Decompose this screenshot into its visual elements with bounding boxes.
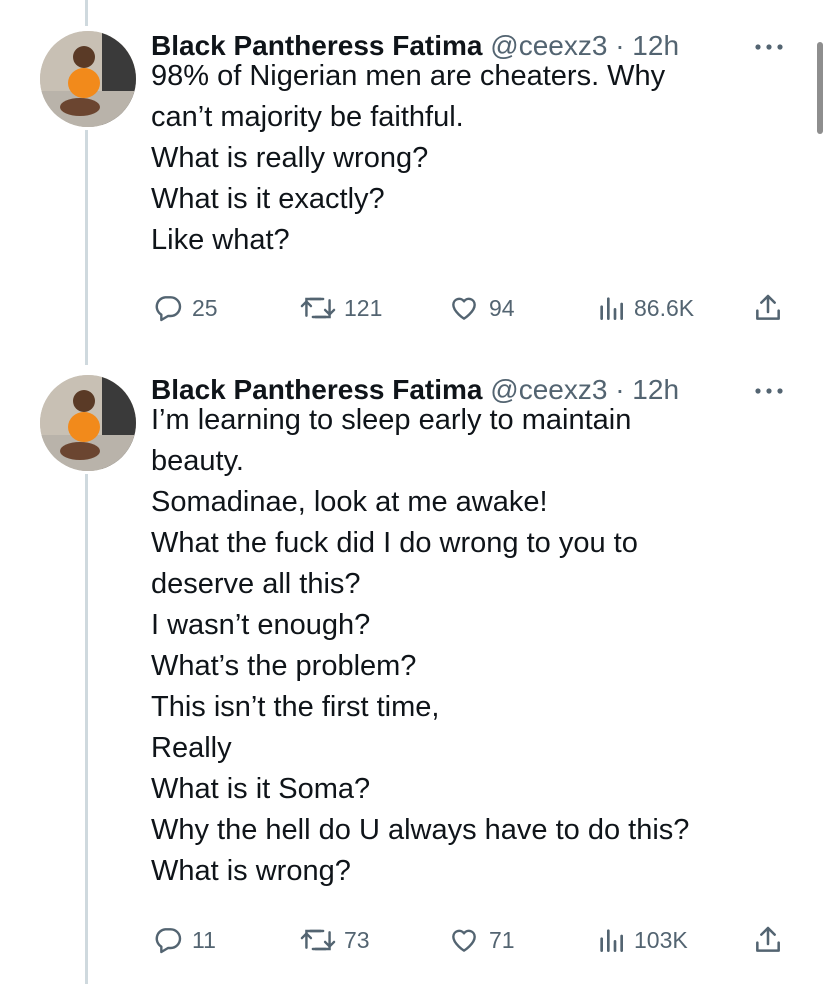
tweet[interactable]: Black Pantheress Fatima @ceexz3 · 12h 98… — [0, 26, 829, 326]
retweet-icon — [300, 297, 336, 319]
thread-line-top — [85, 0, 88, 26]
retweet-icon — [300, 929, 336, 951]
avatar[interactable] — [40, 375, 136, 471]
tweet-line: can’t majority be faithful. — [151, 101, 464, 133]
views-count: 103K — [634, 926, 688, 953]
tweet-line: 98% of Nigerian men are cheaters. Why — [151, 60, 666, 92]
reply-count: 25 — [192, 294, 218, 321]
share-button[interactable] — [752, 920, 792, 960]
tweet[interactable]: Black Pantheress Fatima @ceexz3 · 12h I’… — [0, 370, 829, 970]
tweet-line: I’m learning to sleep early to maintain — [151, 404, 632, 436]
retweet-button[interactable]: 121 — [300, 288, 382, 328]
like-count: 94 — [489, 294, 515, 321]
tweet-line: What’s the problem? — [151, 650, 417, 682]
reply-icon — [155, 928, 182, 954]
tweet-line: This isn’t the first time, — [151, 691, 440, 723]
retweet-count: 121 — [344, 294, 383, 321]
tweet-line: Why the hell do U always have to do this… — [151, 814, 690, 846]
avatar[interactable] — [40, 31, 136, 127]
views-count: 86.6K — [634, 294, 695, 321]
like-icon — [452, 297, 476, 320]
tweet-line: What is it Soma? — [151, 773, 371, 805]
tweet-line: Really — [151, 732, 232, 764]
like-icon — [452, 929, 476, 952]
tweet-line: deserve all this? — [151, 568, 361, 600]
retweet-count: 73 — [344, 926, 370, 953]
tweet-line: I wasn’t enough? — [151, 609, 371, 641]
tweet-line: Like what? — [151, 224, 290, 256]
like-button[interactable]: 94 — [447, 288, 515, 328]
tweet-text: I’m learning to sleep early to maintain … — [151, 400, 791, 892]
reply-button[interactable]: 11 — [152, 920, 216, 960]
tweet-line: Somadinae, look at me awake! — [151, 486, 548, 518]
views-button[interactable]: 86.6K — [596, 288, 694, 328]
tweet-line: What the fuck did I do wrong to you to — [151, 527, 638, 559]
tweet-line: What is wrong? — [151, 855, 351, 887]
views-icon — [600, 297, 623, 320]
tweet-line: What is really wrong? — [151, 142, 429, 174]
share-icon — [756, 926, 780, 952]
share-button[interactable] — [752, 288, 792, 328]
action-bar: 11 73 71 103K — [0, 920, 829, 960]
share-icon — [756, 294, 780, 320]
tweet-line: beauty. — [151, 445, 244, 477]
reply-button[interactable]: 25 — [152, 288, 218, 328]
reply-count: 11 — [192, 926, 216, 953]
like-button[interactable]: 71 — [447, 920, 515, 960]
action-bar: 25 121 94 86.6K — [0, 288, 829, 328]
views-button[interactable]: 103K — [596, 920, 688, 960]
views-icon — [600, 929, 623, 952]
like-count: 71 — [489, 926, 515, 953]
retweet-button[interactable]: 73 — [300, 920, 370, 960]
reply-icon — [155, 296, 182, 322]
tweet-text: 98% of Nigerian men are cheaters. Why ca… — [151, 56, 791, 261]
tweet-line: What is it exactly? — [151, 183, 385, 215]
